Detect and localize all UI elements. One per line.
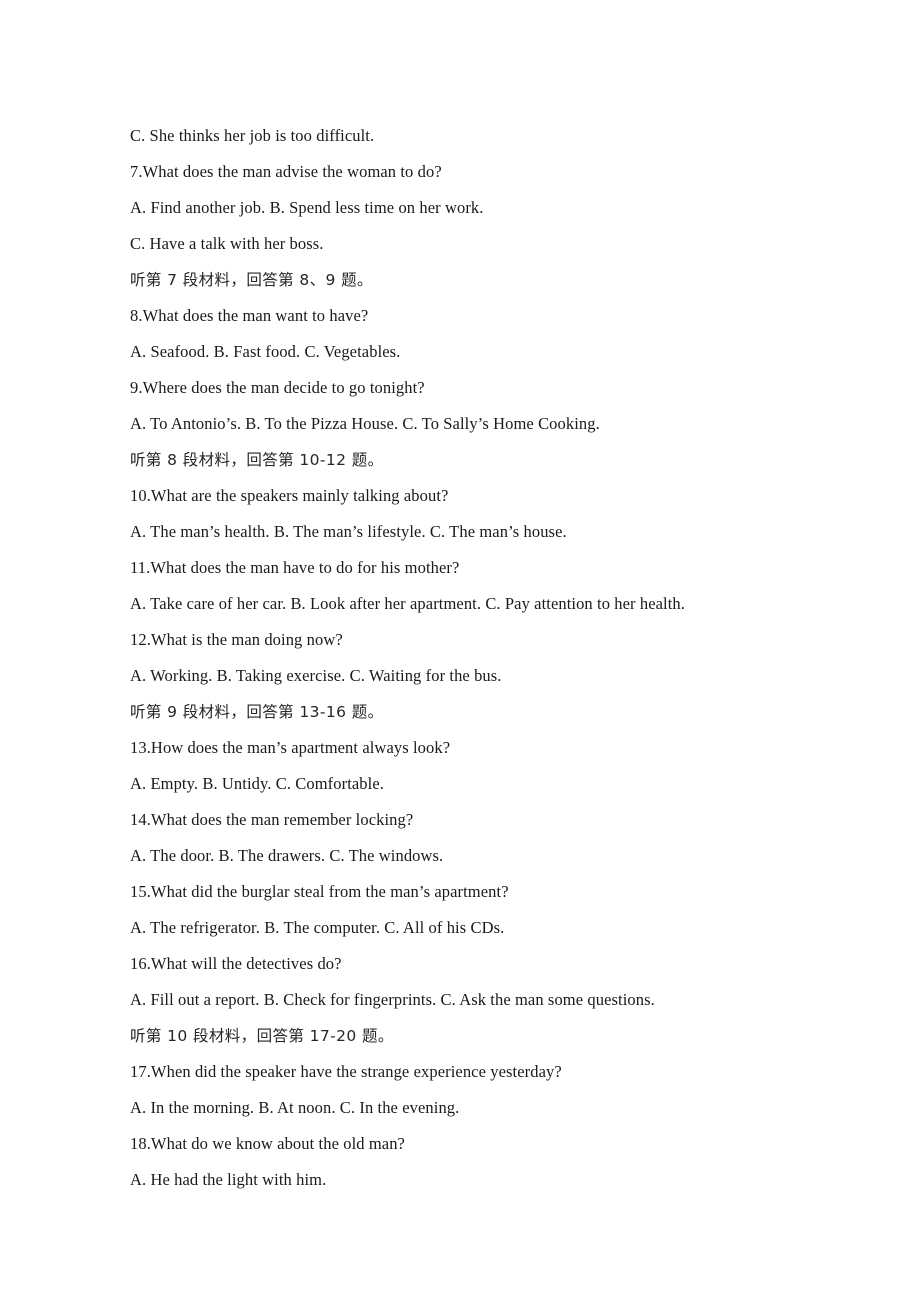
- question-stem: 16.What will the detectives do?: [130, 954, 342, 973]
- option-row: A. Empty. B. Untidy. C. Comfortable.: [130, 774, 384, 793]
- question-stem: 14.What does the man remember locking?: [130, 810, 414, 829]
- question-stem: 17.When did the speaker have the strange…: [130, 1062, 562, 1081]
- section-direction: 听第 7 段材料，回答第 8、9 题。: [130, 271, 373, 289]
- question-stem: 18.What do we know about the old man?: [130, 1134, 405, 1153]
- section-direction: 听第 8 段材料，回答第 10-12 题。: [130, 451, 384, 469]
- question-stem: 10.What are the speakers mainly talking …: [130, 486, 449, 505]
- option-row: A. The man’s health. B. The man’s lifest…: [130, 522, 567, 541]
- question-stem: 13.How does the man’s apartment always l…: [130, 738, 451, 757]
- section-direction: 听第 9 段材料，回答第 13-16 题。: [130, 703, 384, 721]
- option-row: C. She thinks her job is too difficult.: [130, 126, 375, 145]
- question-stem: 7.What does the man advise the woman to …: [130, 162, 442, 181]
- question-stem: 11.What does the man have to do for his …: [130, 558, 460, 577]
- section-direction: 听第 10 段材料，回答第 17-20 题。: [130, 1027, 394, 1045]
- question-stem: 12.What is the man doing now?: [130, 630, 343, 649]
- option-row: A. Fill out a report. B. Check for finge…: [130, 990, 655, 1009]
- option-row: A. The refrigerator. B. The computer. C.…: [130, 918, 505, 937]
- question-stem: 9.Where does the man decide to go tonigh…: [130, 378, 425, 397]
- question-stem: 8.What does the man want to have?: [130, 306, 369, 325]
- document-page: C. She thinks her job is too difficult. …: [0, 0, 920, 1302]
- option-row: A. Take care of her car. B. Look after h…: [130, 594, 685, 613]
- option-row: C. Have a talk with her boss.: [130, 234, 324, 253]
- option-row: A. Working. B. Taking exercise. C. Waiti…: [130, 666, 502, 685]
- option-row: A. The door. B. The drawers. C. The wind…: [130, 846, 444, 865]
- option-row: A. Find another job. B. Spend less time …: [130, 198, 484, 217]
- option-row: A. He had the light with him.: [130, 1170, 327, 1189]
- question-stem: 15.What did the burglar steal from the m…: [130, 882, 509, 901]
- option-row: A. To Antonio’s. B. To the Pizza House. …: [130, 414, 600, 433]
- option-row: A. In the morning. B. At noon. C. In the…: [130, 1098, 460, 1117]
- option-row: A. Seafood. B. Fast food. C. Vegetables.: [130, 342, 401, 361]
- exam-question-list: C. She thinks her job is too difficult. …: [130, 118, 830, 1198]
